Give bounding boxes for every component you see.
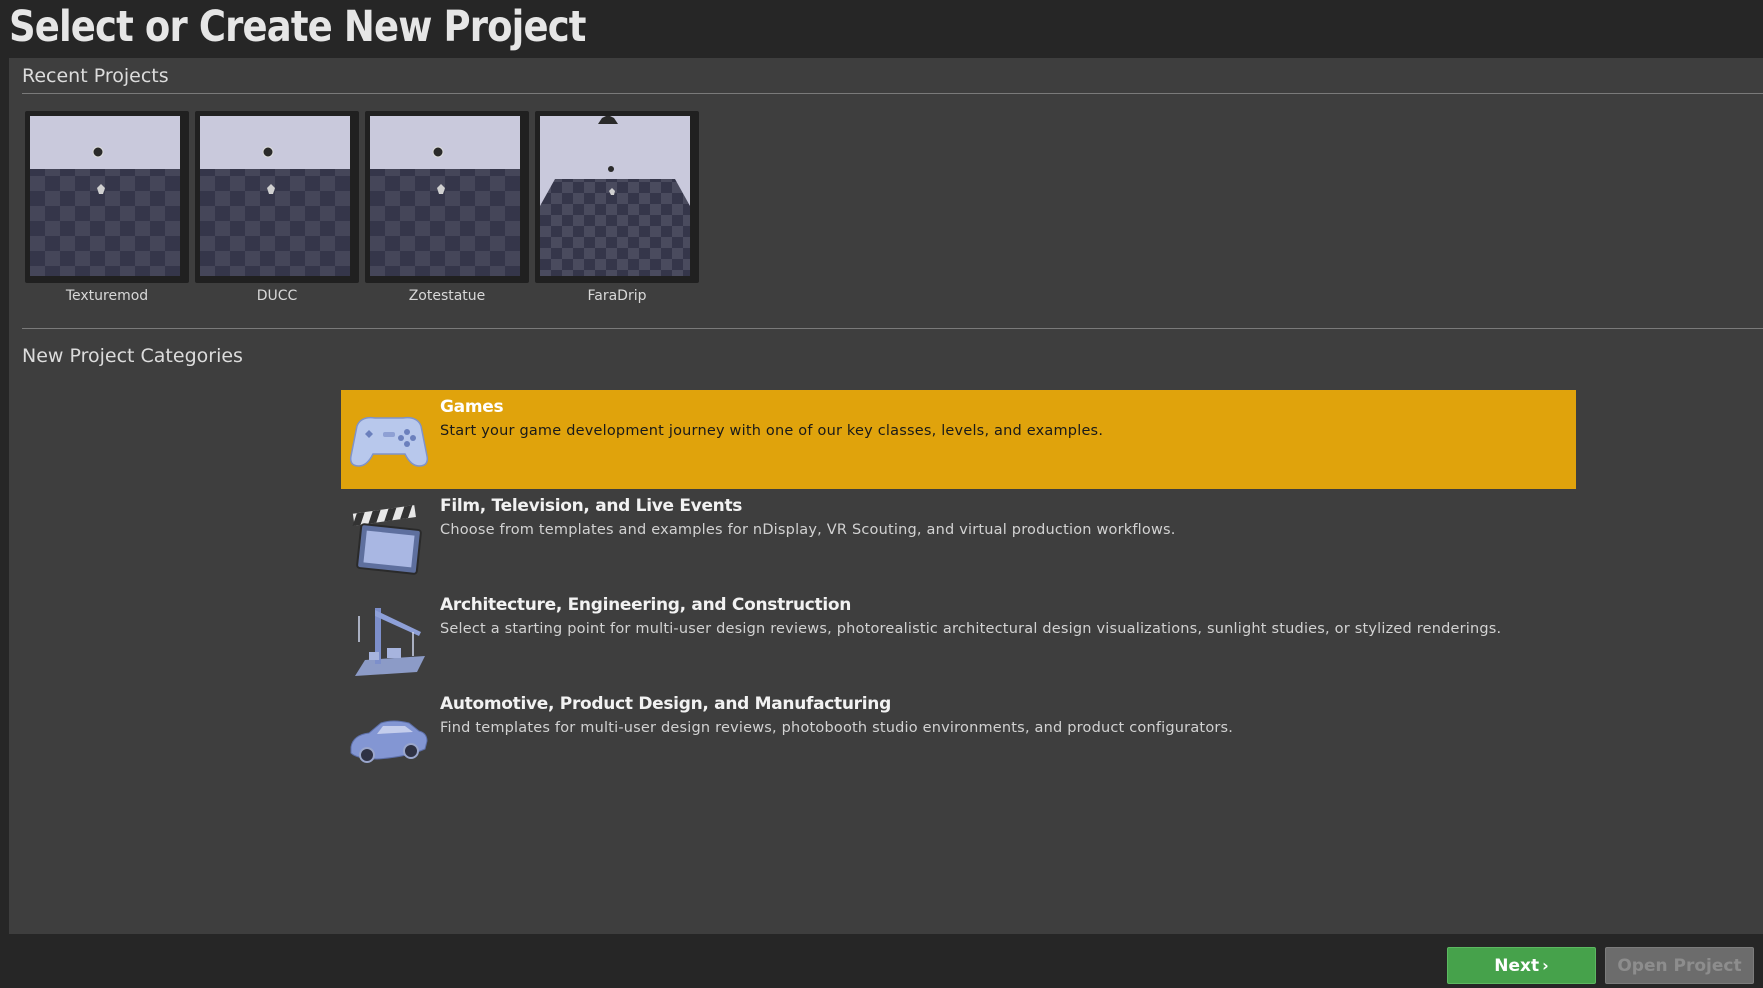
next-button-label: Next — [1494, 955, 1540, 976]
next-button[interactable]: Next › — [1447, 947, 1596, 984]
project-thumbnail — [370, 116, 520, 276]
categories-header: New Project Categories — [22, 345, 243, 367]
gamepad-icon — [347, 404, 431, 480]
clapperboard-icon — [347, 503, 431, 579]
open-project-button-label: Open Project — [1617, 955, 1742, 976]
project-thumbnail — [200, 116, 350, 276]
project-browser-window: Select or Create New Project Recent Proj… — [0, 0, 1763, 988]
category-description: Start your game development journey with… — [440, 423, 1104, 439]
open-project-button[interactable]: Open Project — [1605, 947, 1754, 984]
category-title: Film, Television, and Live Events — [440, 496, 743, 516]
project-thumbnail-frame — [365, 111, 529, 283]
project-thumbnail-frame — [195, 111, 359, 283]
page-title: Select or Create New Project — [9, 2, 586, 52]
project-thumbnail — [30, 116, 180, 276]
category-title: Automotive, Product Design, and Manufact… — [440, 694, 891, 714]
category-description: Find templates for multi-user design rev… — [440, 720, 1234, 736]
recent-projects-header: Recent Projects — [22, 65, 169, 87]
category-games[interactable]: Games Start your game development journe… — [341, 390, 1576, 489]
category-description: Select a starting point for multi-user d… — [440, 621, 1502, 637]
recent-project-name: Texturemod — [65, 288, 149, 304]
project-thumbnail — [540, 116, 690, 276]
recent-project-name: FaraDrip — [587, 288, 647, 304]
category-title: Games — [440, 397, 504, 417]
recent-project-name: Zotestatue — [408, 288, 486, 304]
recent-project-ducc[interactable]: DUCC — [195, 111, 359, 304]
recent-project-zotestatue[interactable]: Zotestatue — [365, 111, 529, 304]
car-icon — [347, 701, 431, 777]
category-film-television-live-events[interactable]: Film, Television, and Live Events Choose… — [341, 489, 1576, 588]
project-thumbnail-frame — [25, 111, 189, 283]
category-description: Choose from templates and examples for n… — [440, 522, 1176, 538]
crane-icon — [347, 602, 431, 678]
category-automotive-product-design-manufacturing[interactable]: Automotive, Product Design, and Manufact… — [341, 687, 1576, 786]
recent-project-name: DUCC — [256, 288, 298, 304]
category-title: Architecture, Engineering, and Construct… — [440, 595, 852, 615]
chevron-right-icon: › — [1542, 956, 1549, 975]
project-thumbnail-frame — [535, 111, 699, 283]
recent-project-faradrip[interactable]: FaraDrip — [535, 111, 699, 304]
recent-projects-divider — [22, 93, 1763, 94]
category-architecture-engineering-construction[interactable]: Architecture, Engineering, and Construct… — [341, 588, 1576, 687]
recent-project-texturemod[interactable]: Texturemod — [25, 111, 189, 304]
categories-divider — [22, 328, 1763, 329]
